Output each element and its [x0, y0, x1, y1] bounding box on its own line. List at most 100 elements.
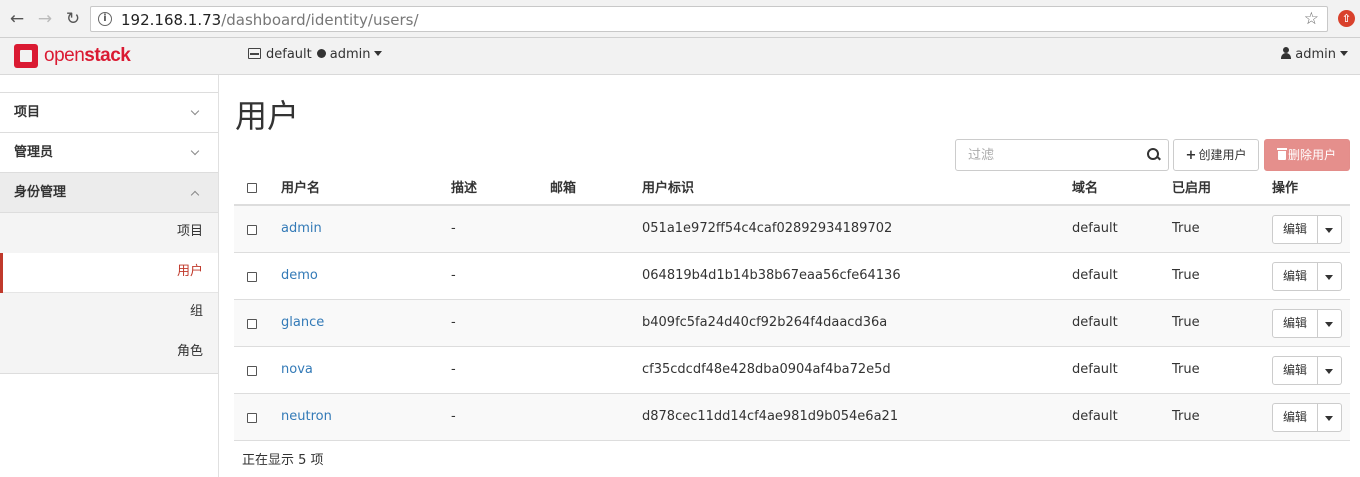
- page-title: 用户: [235, 97, 300, 135]
- row-action-group: 编辑: [1272, 215, 1342, 245]
- extension-icon[interactable]: ⇧: [1338, 10, 1355, 27]
- sidebar-section-label: 身份管理: [14, 185, 67, 200]
- delete-users-button[interactable]: 删除用户: [1264, 139, 1350, 171]
- user-name-link[interactable]: neutron: [281, 394, 332, 440]
- row-checkbox[interactable]: [247, 366, 257, 376]
- user-id: b409fc5fa24d40cf92b264f4daacd36a: [642, 315, 888, 330]
- row-action-group: 编辑: [1272, 356, 1342, 386]
- edit-button[interactable]: 编辑: [1272, 262, 1318, 291]
- sidebar-item-groups[interactable]: 组: [0, 293, 218, 333]
- caret-down-icon: [374, 51, 383, 56]
- actions-dropdown-button[interactable]: [1318, 309, 1342, 338]
- user-enabled: True: [1172, 221, 1200, 236]
- bookmark-star-icon[interactable]: ☆: [1304, 9, 1319, 29]
- user-enabled: True: [1172, 362, 1200, 377]
- edit-button[interactable]: 编辑: [1272, 309, 1318, 338]
- column-header-email[interactable]: 邮箱: [550, 172, 576, 205]
- caret-down-icon: [1325, 275, 1333, 280]
- chevron-down-icon: [190, 106, 200, 116]
- table-row: admin - 051a1e972ff54c4caf02892934189702…: [234, 206, 1350, 253]
- column-header-user-id[interactable]: 用户标识: [642, 172, 694, 205]
- select-all-checkbox[interactable]: [247, 183, 257, 193]
- sidebar-section-admin[interactable]: 管理员: [0, 133, 218, 173]
- sidebar-section-label: 项目: [14, 105, 41, 120]
- user-description: -: [451, 221, 456, 236]
- user-icon: [1281, 47, 1292, 59]
- user-enabled: True: [1172, 315, 1200, 330]
- user-menu[interactable]: admin: [1281, 47, 1348, 62]
- user-name: admin: [1295, 47, 1336, 62]
- sidebar-item-users[interactable]: 用户: [0, 253, 218, 293]
- table-footer-count: 正在显示 5 项: [242, 453, 324, 468]
- user-name-link[interactable]: demo: [281, 253, 318, 299]
- sidebar-section-label: 管理员: [14, 145, 54, 160]
- openstack-logo-icon: [14, 44, 38, 68]
- row-action-group: 编辑: [1272, 403, 1342, 433]
- table-row: demo - 064819b4d1b14b38b67eaa56cfe64136 …: [234, 253, 1350, 300]
- info-icon[interactable]: i: [98, 12, 112, 26]
- project-name: default: [266, 47, 312, 62]
- actions-dropdown-button[interactable]: [1318, 262, 1342, 291]
- sidebar-item-label: 项目: [176, 224, 203, 239]
- address-bar[interactable]: i 192.168.1.73/dashboard/identity/users/…: [90, 6, 1328, 32]
- user-name-link[interactable]: nova: [281, 347, 313, 393]
- sidebar-submenu: 项目 用户 组 角色: [0, 213, 218, 374]
- user-domain: default: [1072, 362, 1118, 377]
- table-header: 用户名 描述 邮箱 用户标识 域名 已启用 操作: [234, 172, 1350, 206]
- logo-prefix: open: [44, 45, 85, 66]
- actions-dropdown-button[interactable]: [1318, 356, 1342, 385]
- column-header-domain[interactable]: 域名: [1072, 172, 1098, 205]
- row-checkbox[interactable]: [247, 413, 257, 423]
- project-picker[interactable]: default admin: [248, 47, 383, 62]
- user-id: d878cec11dd14cf4ae981d9b054e6a21: [642, 409, 899, 424]
- delete-users-label: 删除用户: [1287, 148, 1336, 162]
- column-header-description[interactable]: 描述: [451, 172, 477, 205]
- create-user-button[interactable]: + 创建用户: [1173, 139, 1259, 171]
- sidebar-section-project[interactable]: 项目: [0, 93, 218, 133]
- user-domain: default: [1072, 268, 1118, 283]
- user-enabled: True: [1172, 409, 1200, 424]
- sidebar-item-roles[interactable]: 角色: [0, 333, 218, 373]
- caret-down-icon: [1325, 322, 1333, 327]
- url-text[interactable]: 192.168.1.73/dashboard/identity/users/: [121, 11, 419, 29]
- caret-down-icon: [1325, 416, 1333, 421]
- edit-button[interactable]: 编辑: [1272, 356, 1318, 385]
- url-host: 192.168.1.73: [121, 11, 222, 29]
- row-checkbox[interactable]: [247, 272, 257, 282]
- row-checkbox[interactable]: [247, 319, 257, 329]
- user-domain: default: [1072, 221, 1118, 236]
- project-user: admin: [329, 47, 371, 62]
- edit-button[interactable]: 编辑: [1272, 403, 1318, 432]
- user-domain: default: [1072, 409, 1118, 424]
- filter-input[interactable]: [956, 140, 1136, 170]
- search-icon[interactable]: [1147, 148, 1159, 160]
- table-row: nova - cf35cdcdf48e428dba0904af4ba72e5d …: [234, 347, 1350, 394]
- user-name-link[interactable]: admin: [281, 206, 322, 252]
- sidebar-item-label: 角色: [176, 344, 203, 359]
- column-header-enabled[interactable]: 已启用: [1172, 172, 1211, 205]
- caret-down-icon: [1325, 369, 1333, 374]
- actions-dropdown-button[interactable]: [1318, 403, 1342, 432]
- chevron-down-icon: [190, 146, 200, 156]
- table-row: neutron - d878cec11dd14cf4ae981d9b054e6a…: [234, 394, 1350, 441]
- actions-dropdown-button[interactable]: [1318, 215, 1342, 244]
- sidebar-section-identity[interactable]: 身份管理: [0, 173, 218, 213]
- user-enabled: True: [1172, 268, 1200, 283]
- logo-suffix: stack: [84, 45, 131, 66]
- user-description: -: [451, 362, 456, 377]
- app-header: openstack default admin admin: [0, 38, 1360, 75]
- user-domain: default: [1072, 315, 1118, 330]
- user-name-link[interactable]: glance: [281, 300, 324, 346]
- sidebar-item-label: 组: [189, 304, 203, 319]
- user-id: 064819b4d1b14b38b67eaa56cfe64136: [642, 268, 901, 283]
- filter-box: [955, 139, 1169, 171]
- forward-arrow-icon[interactable]: →: [34, 8, 56, 30]
- logo-text: openstack: [44, 45, 131, 67]
- user-description: -: [451, 315, 456, 330]
- back-arrow-icon[interactable]: ←: [6, 8, 28, 30]
- row-checkbox[interactable]: [247, 225, 257, 235]
- column-header-username[interactable]: 用户名: [281, 172, 320, 205]
- edit-button[interactable]: 编辑: [1272, 215, 1318, 244]
- sidebar-item-projects[interactable]: 项目: [0, 213, 218, 253]
- reload-icon[interactable]: ↻: [62, 8, 84, 30]
